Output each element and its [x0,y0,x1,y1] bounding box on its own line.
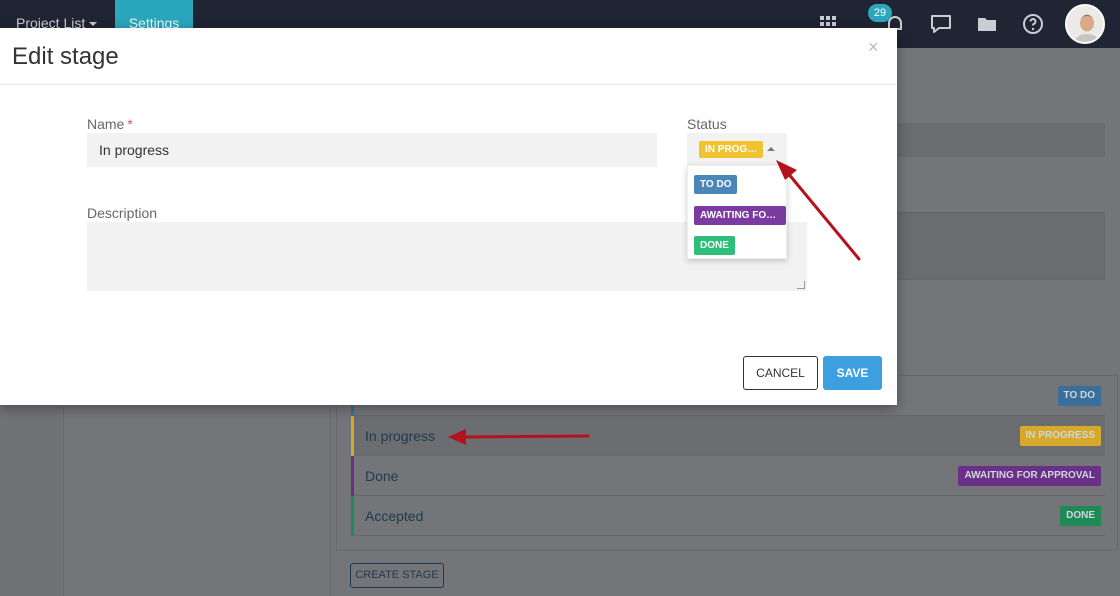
status-option-todo[interactable]: TO DO [694,175,738,194]
stage-color-bar [351,456,354,496]
description-label: Description [87,205,158,221]
status-option-done[interactable]: DONE [694,236,735,255]
stage-row-done[interactable]: Done AWAITING FOR APPROVAL [351,456,1105,496]
chevron-up-icon [767,147,775,151]
background-description-input [895,212,1105,280]
help-icon[interactable] [1021,12,1045,36]
name-label: Name * [87,116,133,132]
modal-title: Edit stage [12,43,119,70]
status-option-awaiting[interactable]: AWAITING FO… [694,206,786,225]
notification-badge[interactable]: 29 [868,4,892,22]
status-dropdown: TO DO AWAITING FO… DONE [687,165,787,259]
chat-icon[interactable] [929,12,953,36]
stage-row-accepted[interactable]: Accepted DONE [351,496,1105,536]
resize-handle-icon[interactable] [797,281,805,289]
caret-down-icon [89,22,98,27]
selected-status-tag: IN PROG… [699,141,763,158]
background-name-input [895,123,1105,157]
status-select[interactable]: IN PROG… [687,133,787,165]
status-label: Status [687,116,727,132]
required-mark: * [127,116,133,132]
name-label-text: Name [87,116,125,132]
stage-status-tag: DONE [1060,506,1101,526]
stage-name: Done [365,468,399,484]
user-avatar[interactable] [1065,4,1105,44]
cancel-button[interactable]: CANCEL [743,356,818,390]
stage-status-tag: TO DO [1057,386,1101,406]
stage-name: In progress [365,428,436,444]
create-stage-button[interactable]: CREATE STAGE [350,563,444,588]
folder-icon[interactable] [975,12,999,36]
save-button[interactable]: SAVE [823,356,882,390]
stage-status-tag: IN PROGRESS [1019,426,1101,446]
edit-stage-modal: Edit stage × Name* Description Status IN… [0,28,897,405]
modal-header: Edit stage × [0,28,897,85]
stage-name-input[interactable] [87,133,657,167]
stage-name: Accepted [365,508,424,524]
stage-status-tag: AWAITING FOR APPROVAL [958,466,1101,486]
stage-color-bar [351,496,354,536]
stage-row-in-progress[interactable]: In progress IN PROGRESS [351,416,1105,456]
close-icon[interactable]: × [868,37,879,58]
stage-color-bar [351,416,354,456]
